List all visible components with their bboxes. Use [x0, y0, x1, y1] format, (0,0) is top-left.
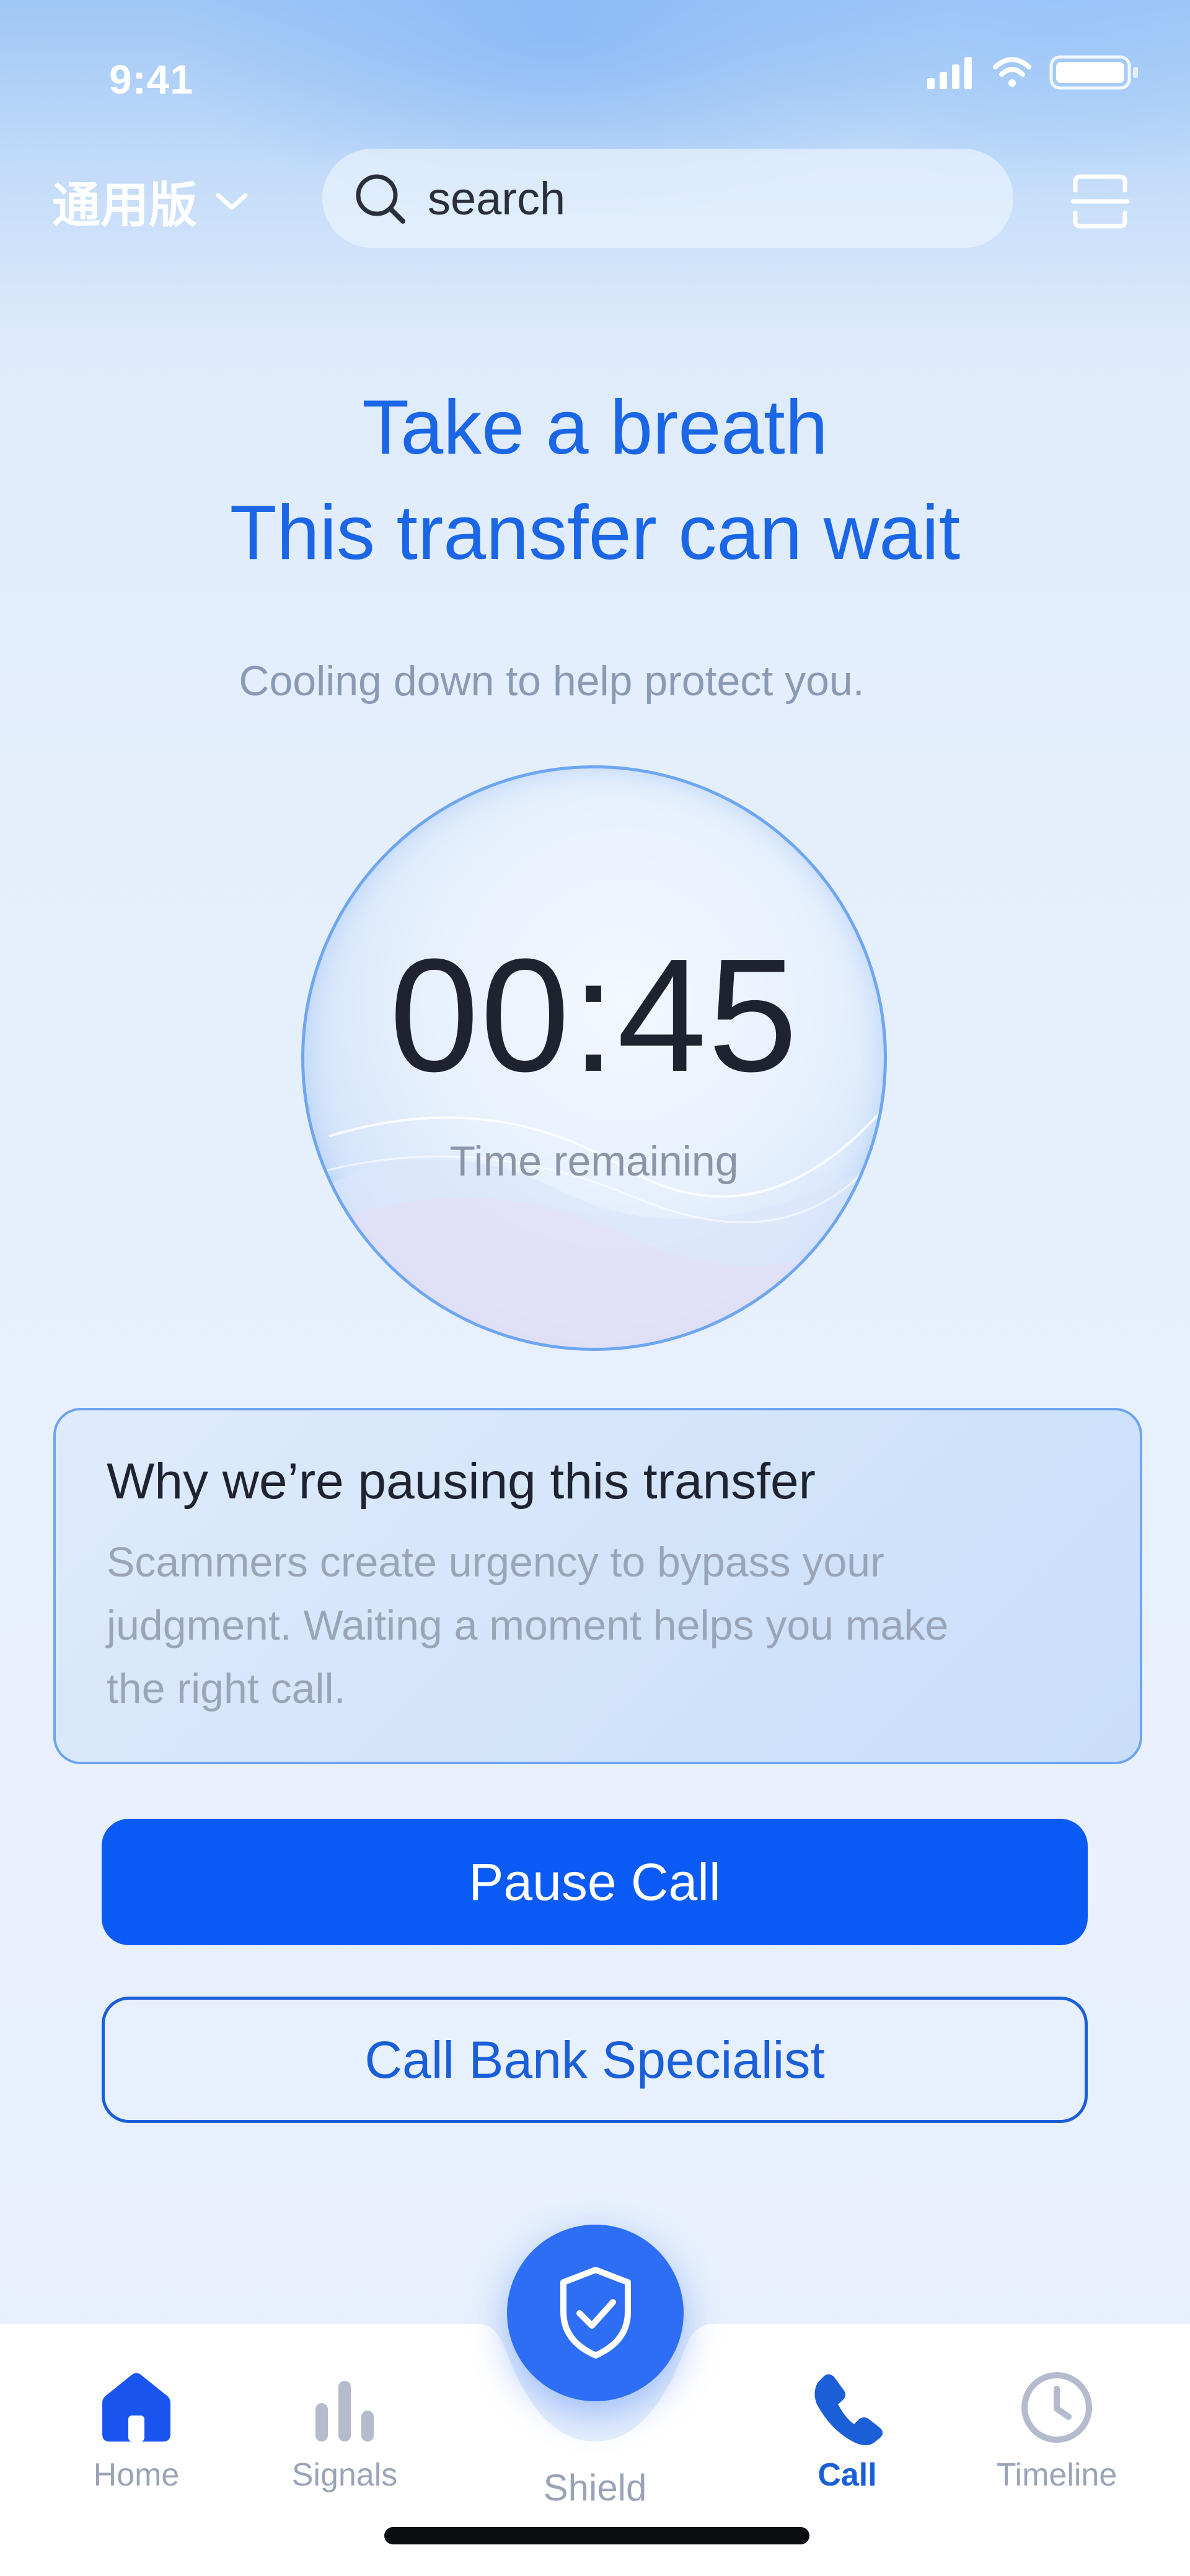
home-icon	[102, 2373, 170, 2442]
tab-bar: Home Signals Shield Call Timeline	[0, 2218, 1190, 2576]
home-indicator	[384, 2527, 809, 2544]
subtitle: Cooling down to help protect you.	[239, 657, 865, 705]
headline-line-2: This transfer can wait	[229, 490, 961, 576]
battery-icon	[1049, 55, 1138, 90]
tab-timeline[interactable]: Timeline	[976, 2367, 1137, 2494]
pause-call-button[interactable]: Pause Call	[102, 1819, 1088, 1945]
scan-icon[interactable]	[1069, 170, 1131, 232]
search-bar[interactable]	[322, 149, 1013, 248]
tab-timeline-label: Timeline	[996, 2457, 1117, 2493]
search-input[interactable]	[426, 171, 987, 226]
wifi-icon	[993, 57, 1031, 87]
headline-line-1: Take a breath	[362, 385, 828, 470]
tab-signals-label: Signals	[291, 2457, 398, 2493]
chevron-down-icon	[216, 193, 248, 210]
status-time: 9:41	[109, 56, 194, 102]
clock-icon	[1021, 2372, 1092, 2443]
region-selector[interactable]: 通用版	[52, 174, 250, 232]
phone-icon	[814, 2374, 883, 2445]
region-label: 通用版	[52, 178, 198, 232]
header: 通用版	[0, 149, 1190, 254]
tab-home-label: Home	[93, 2457, 180, 2493]
countdown-timer: 00:45 Time remaining	[301, 765, 887, 1351]
shield-check-icon	[560, 2266, 631, 2358]
tab-signals[interactable]: Signals	[264, 2367, 425, 2494]
signals-icon	[315, 2381, 374, 2442]
timer-label: Time remaining	[449, 1138, 739, 1185]
tab-call-label: Call	[818, 2457, 877, 2493]
cellular-signal-icon	[927, 57, 972, 89]
headline: Take a breath This transfer can wait	[0, 375, 1190, 586]
timer-value: 00:45	[389, 926, 799, 1106]
info-card-title: Why we’re pausing this transfer	[107, 1453, 816, 1510]
status-bar: 9:41	[0, 0, 1190, 155]
tab-call[interactable]: Call	[767, 2367, 928, 2494]
call-bank-specialist-button[interactable]: Call Bank Specialist	[102, 1997, 1088, 2123]
info-card: Why we’re pausing this transfer Scammers…	[53, 1408, 1142, 1764]
tab-shield-label: Shield	[543, 2467, 647, 2508]
info-card-body: Scammers create urgency to bypass your j…	[107, 1539, 949, 1712]
search-icon	[356, 174, 405, 224]
status-icons	[927, 55, 1138, 90]
tab-home[interactable]: Home	[56, 2367, 217, 2494]
shield-button[interactable]	[507, 2225, 684, 2401]
